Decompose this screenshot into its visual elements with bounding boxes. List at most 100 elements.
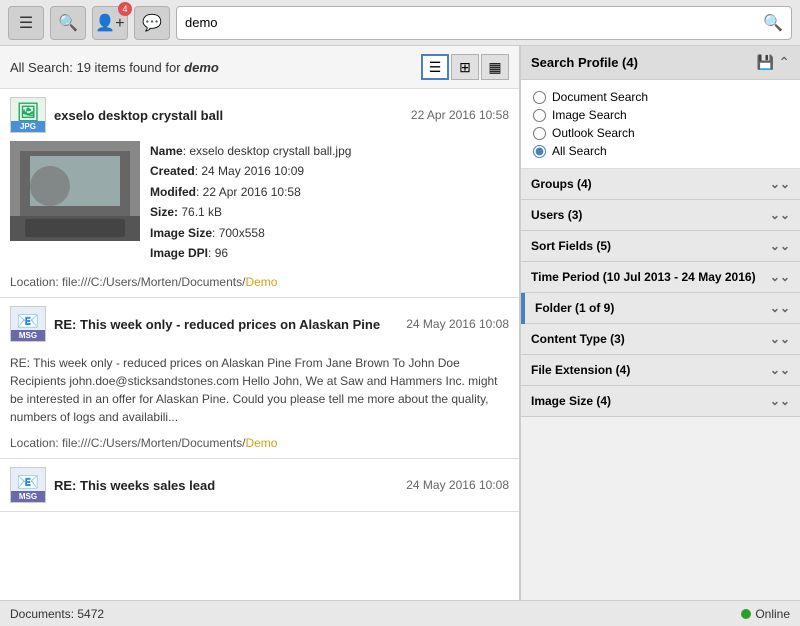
accordion-sort-fields: Sort Fields (5) ⌄⌄ [521, 231, 800, 262]
view-grid-button[interactable]: ⊞ [451, 54, 479, 80]
file-type-label-msg-2: MSG [11, 330, 45, 341]
grid-view-icon: ⊞ [459, 59, 471, 76]
accordion-header-content-type[interactable]: Content Type (3) ⌄⌄ [521, 324, 800, 354]
accordion-time-period: Time Period (10 Jul 2013 - 24 May 2016) … [521, 262, 800, 293]
accordion-header-groups[interactable]: Groups (4) ⌄⌄ [521, 169, 800, 199]
save-profile-button[interactable]: 💾 [757, 54, 774, 71]
image-view-icon: ▦ [488, 59, 501, 76]
radio-image-label: Image Search [552, 108, 627, 122]
online-dot [741, 609, 751, 619]
location-link-2[interactable]: Demo [245, 436, 277, 450]
folder-section-wrap: Folder (1 of 9) ⌄⌄ [521, 293, 800, 324]
result-meta-1: Name: exselo desktop crystall ball.jpg C… [150, 141, 509, 263]
accordion-label-groups: Groups (4) [531, 177, 592, 191]
message-button[interactable]: 💬 [134, 6, 170, 40]
location-text-2: Location: file:///C:/Users/Morten/Docume… [10, 436, 245, 450]
result-card-2[interactable]: 📧 MSG RE: This week only - reduced price… [0, 298, 519, 459]
accordion-header-time-period[interactable]: Time Period (10 Jul 2013 - 24 May 2016) … [521, 262, 800, 292]
accordion-content-type: Content Type (3) ⌄⌄ [521, 324, 800, 355]
accordion-label-folder: Folder (1 of 9) [535, 301, 614, 315]
add-user-icon: 👤+ [95, 13, 124, 33]
hamburger-icon: ☰ [19, 13, 33, 33]
result-thumbnail-1 [10, 141, 140, 241]
accordion-folder: Folder (1 of 9) ⌄⌄ [521, 293, 800, 324]
message-icon: 💬 [142, 13, 162, 33]
accordion-image-size: Image Size (4) ⌄⌄ [521, 386, 800, 417]
result-card-3[interactable]: 📧 MSG RE: This weeks sales lead 24 May 2… [0, 459, 519, 512]
accordion-header-folder[interactable]: Folder (1 of 9) ⌄⌄ [521, 293, 800, 323]
chevron-down-file-extension: ⌄⌄ [770, 363, 790, 377]
list-view-icon: ☰ [429, 59, 442, 76]
radio-item-outlook: Outlook Search [533, 124, 788, 142]
accordion-label-file-extension: File Extension (4) [531, 363, 630, 377]
user-badge: 4 [118, 2, 132, 16]
accordion-label-sort-fields: Sort Fields (5) [531, 239, 611, 253]
panel-title: Search Profile (4) [531, 55, 638, 70]
menu-button[interactable]: ☰ [8, 6, 44, 40]
panel-header-actions: 💾 ⌃ [757, 54, 790, 71]
view-buttons: ☰ ⊞ ▦ [421, 54, 509, 80]
results-header-text: All Search: 19 items found for [10, 60, 184, 75]
result-header-2: 📧 MSG RE: This week only - reduced price… [0, 298, 519, 350]
accordion-label-content-type: Content Type (3) [531, 332, 625, 346]
radio-all-search[interactable] [533, 145, 546, 158]
result-body-2: RE: This week only - reduced prices on A… [0, 350, 519, 432]
main-layout: All Search: 19 items found for demo ☰ ⊞ … [0, 46, 800, 600]
chevron-down-content-type: ⌄⌄ [770, 332, 790, 346]
accordion-header-file-extension[interactable]: File Extension (4) ⌄⌄ [521, 355, 800, 385]
result-title-2: RE: This week only - reduced prices on A… [54, 317, 398, 332]
collapse-panel-button[interactable]: ⌃ [778, 54, 790, 71]
left-panel: All Search: 19 items found for demo ☰ ⊞ … [0, 46, 520, 600]
file-icon-msg-3: 📧 MSG [10, 467, 46, 503]
results-title: All Search: 19 items found for demo [10, 60, 219, 75]
file-type-label-jpg: JPG [11, 121, 45, 132]
chevron-up-icon: ⌃ [778, 54, 790, 70]
accordion-groups: Groups (4) ⌄⌄ [521, 169, 800, 200]
file-icon-msg-2: 📧 MSG [10, 306, 46, 342]
results-list: 🖼 JPG exselo desktop crystall ball 22 Ap… [0, 89, 519, 600]
view-list-button[interactable]: ☰ [421, 54, 449, 80]
status-bar: Documents: 5472 Online [0, 600, 800, 626]
result-date-1: 22 Apr 2016 10:58 [411, 108, 509, 122]
result-header-3: 📧 MSG RE: This weeks sales lead 24 May 2… [0, 459, 519, 511]
result-date-3: 24 May 2016 10:08 [406, 478, 509, 492]
document-count: Documents: 5472 [10, 607, 104, 621]
accordion-users: Users (3) ⌄⌄ [521, 200, 800, 231]
result-location-2: Location: file:///C:/Users/Morten/Docume… [0, 432, 519, 458]
save-icon: 💾 [757, 54, 774, 70]
view-image-button[interactable]: ▦ [481, 54, 509, 80]
radio-all-label: All Search [552, 144, 607, 158]
result-card-1[interactable]: 🖼 JPG exselo desktop crystall ball 22 Ap… [0, 89, 519, 298]
accordion-header-image-size[interactable]: Image Size (4) ⌄⌄ [521, 386, 800, 416]
accordion-header-sort-fields[interactable]: Sort Fields (5) ⌄⌄ [521, 231, 800, 261]
radio-document-search[interactable] [533, 91, 546, 104]
results-query: demo [184, 60, 219, 75]
accordion-label-time-period: Time Period (10 Jul 2013 - 24 May 2016) [531, 270, 756, 284]
online-label: Online [755, 607, 790, 621]
radio-item-image: Image Search [533, 106, 788, 124]
result-header-1: 🖼 JPG exselo desktop crystall ball 22 Ap… [0, 89, 519, 141]
accordion-label-image-size: Image Size (4) [531, 394, 611, 408]
location-link-1[interactable]: Demo [245, 275, 277, 289]
search-button[interactable]: 🔍 [50, 6, 86, 40]
file-type-label-msg-3: MSG [11, 491, 45, 502]
accordion-file-extension: File Extension (4) ⌄⌄ [521, 355, 800, 386]
accordion-label-users: Users (3) [531, 208, 582, 222]
radio-outlook-label: Outlook Search [552, 126, 635, 140]
search-submit-icon[interactable]: 🔍 [763, 13, 783, 33]
toolbar: ☰ 🔍 👤+ 4 💬 🔍 [0, 0, 800, 46]
panel-header: Search Profile (4) 💾 ⌃ [521, 46, 800, 80]
chevron-down-groups: ⌄⌄ [770, 177, 790, 191]
search-icon: 🔍 [58, 13, 78, 33]
result-title-1: exselo desktop crystall ball [54, 108, 403, 123]
radio-image-search[interactable] [533, 109, 546, 122]
accordion-header-users[interactable]: Users (3) ⌄⌄ [521, 200, 800, 230]
search-bar: 🔍 [176, 6, 792, 40]
location-text-1: Location: file:///C:/Users/Morten/Docume… [10, 275, 245, 289]
radio-item-document: Document Search [533, 88, 788, 106]
file-icon-jpg: 🖼 JPG [10, 97, 46, 133]
search-input[interactable] [185, 15, 763, 30]
radio-outlook-search[interactable] [533, 127, 546, 140]
chevron-down-image-size: ⌄⌄ [770, 394, 790, 408]
accent-bar [521, 293, 525, 324]
